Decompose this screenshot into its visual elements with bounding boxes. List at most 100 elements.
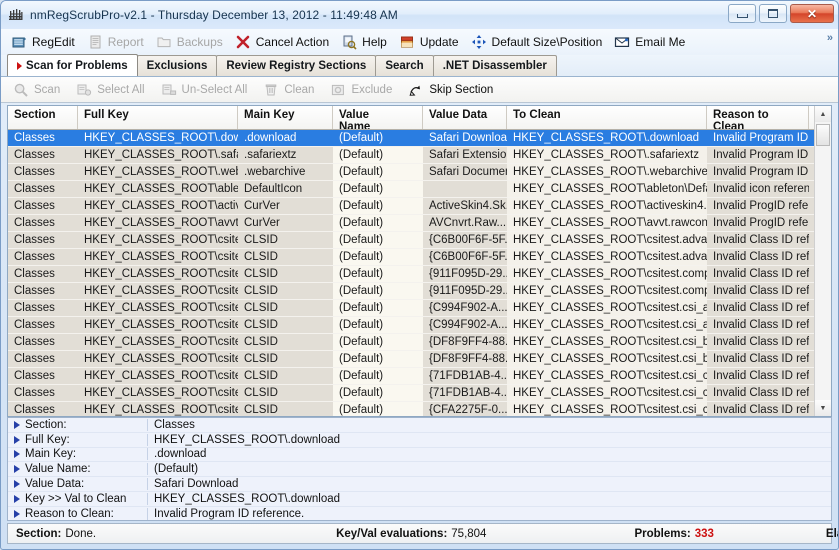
table-cell: CLSID — [238, 317, 333, 333]
action-select-all[interactable]: Select All — [72, 80, 156, 100]
table-cell — [423, 181, 507, 197]
close-button[interactable]: ✕ — [790, 4, 834, 23]
detail-value: Safari Download — [147, 478, 831, 490]
table-row[interactable]: ClassesHKEY_CLASSES_ROOT\csites...CLSID(… — [8, 283, 831, 300]
toolbar-item-cancel-action[interactable]: Cancel Action — [231, 32, 337, 52]
grid-column-header[interactable]: Value Name — [333, 106, 423, 129]
table-cell: HKEY_CLASSES_ROOT\avvt.... — [78, 215, 238, 231]
detail-row: Reason to Clean:Invalid Program ID refer… — [8, 507, 831, 521]
toolbar-item-default-size-position[interactable]: Default Size\Position — [467, 32, 611, 52]
scroll-up-button[interactable]: ▲ — [815, 106, 831, 122]
toolbar-item-report[interactable]: Report — [83, 32, 152, 52]
table-cell: HKEY_CLASSES_ROOT\csitest.compo... — [507, 266, 707, 282]
table-cell: .safariextz — [238, 147, 333, 163]
table-cell: HKEY_CLASSES_ROOT\.dow... — [78, 130, 238, 146]
action-label: Select All — [97, 84, 144, 96]
table-row[interactable]: ClassesHKEY_CLASSES_ROOT\csites...CLSID(… — [8, 232, 831, 249]
window-title: nmRegScrubPro-v2.1 - Thursday December 1… — [30, 8, 398, 22]
table-row[interactable]: ClassesHKEY_CLASSES_ROOT\.dow....downloa… — [8, 130, 831, 147]
toolbar-item-regedit[interactable]: RegEdit — [7, 32, 83, 52]
toolbar-label: Report — [108, 35, 144, 49]
table-cell: {C6B00F6F-5F... — [423, 249, 507, 265]
table-cell: (Default) — [333, 130, 423, 146]
table-cell: Safari Document — [423, 164, 507, 180]
grid-column-header[interactable]: Main Key — [238, 106, 333, 129]
tab-exclusions[interactable]: Exclusions — [137, 55, 218, 76]
table-cell: CLSID — [238, 249, 333, 265]
action-clean[interactable]: Clean — [259, 80, 326, 100]
tab-scan-for-problems[interactable]: Scan for Problems — [7, 54, 138, 76]
exclude-icon — [330, 82, 346, 98]
toolbar-item-email-me[interactable]: Email Me — [610, 32, 693, 52]
table-cell: (Default) — [333, 147, 423, 163]
table-cell: HKEY_CLASSES_ROOT\csitest.csi_bro... — [507, 334, 707, 350]
table-cell: Safari Extension — [423, 147, 507, 163]
table-row[interactable]: ClassesHKEY_CLASSES_ROOT\csites...CLSID(… — [8, 351, 831, 368]
table-cell: HKEY_CLASSES_ROOT\csites... — [78, 283, 238, 299]
table-cell: Invalid ProgID refe. — [707, 198, 809, 214]
tab-label: Search — [385, 60, 423, 72]
table-cell: .webarchive — [238, 164, 333, 180]
grid-column-header[interactable]: Value Data — [423, 106, 507, 129]
table-row[interactable]: ClassesHKEY_CLASSES_ROOT\.web....webarch… — [8, 164, 831, 181]
scrollbar-track[interactable] — [815, 122, 831, 400]
table-row[interactable]: ClassesHKEY_CLASSES_ROOT\csites...CLSID(… — [8, 385, 831, 402]
grid-column-header[interactable]: Full Key — [78, 106, 238, 129]
status-problems: Problems: 333 — [634, 528, 713, 540]
tab-net-disassembler[interactable]: .NET Disassembler — [433, 55, 557, 76]
table-cell: HKEY_CLASSES_ROOT\ableton\Defau... — [507, 181, 707, 197]
scroll-down-button[interactable]: ▼ — [815, 400, 831, 416]
toolbar-item-update[interactable]: Update — [395, 32, 467, 52]
grid-vertical-scrollbar[interactable]: ▲ ▼ — [814, 106, 831, 416]
table-cell: Invalid Program ID — [707, 147, 809, 163]
grid-column-header[interactable]: To Clean — [507, 106, 707, 129]
grid-column-header[interactable]: Section — [8, 106, 78, 129]
table-row[interactable]: ClassesHKEY_CLASSES_ROOT\csites...CLSID(… — [8, 266, 831, 283]
minimize-button[interactable] — [728, 4, 756, 23]
action-skip-section[interactable]: Skip Section — [404, 80, 505, 100]
tab-review-registry-sections[interactable]: Review Registry Sections — [216, 55, 376, 76]
table-row[interactable]: ClassesHKEY_CLASSES_ROOT\csites...CLSID(… — [8, 368, 831, 385]
table-row[interactable]: ClassesHKEY_CLASSES_ROOT\csites...CLSID(… — [8, 317, 831, 334]
scrollbar-thumb[interactable] — [816, 124, 830, 146]
table-cell: Invalid ProgID refe. — [707, 215, 809, 231]
grid-column-header[interactable]: Reason to Clean — [707, 106, 809, 129]
table-cell: (Default) — [333, 334, 423, 350]
table-row[interactable]: ClassesHKEY_CLASSES_ROOT\csites...CLSID(… — [8, 334, 831, 351]
maximize-button[interactable] — [759, 4, 787, 23]
table-cell: HKEY_CLASSES_ROOT\csitest.csi_ad... — [507, 300, 707, 316]
table-cell: HKEY_CLASSES_ROOT\csites... — [78, 368, 238, 384]
table-cell: (Default) — [333, 164, 423, 180]
tab-search[interactable]: Search — [375, 55, 433, 76]
table-cell: (Default) — [333, 181, 423, 197]
detail-label: Section: — [25, 419, 147, 431]
tab-label: Exclusions — [147, 60, 208, 72]
table-row[interactable]: ClassesHKEY_CLASSES_ROOT\active...CurVer… — [8, 198, 831, 215]
action-scan[interactable]: Scan — [9, 80, 72, 100]
skip-section-icon — [408, 82, 424, 98]
action-un-select-all[interactable]: Un-Select All — [157, 80, 260, 100]
table-row[interactable]: ClassesHKEY_CLASSES_ROOT\ablet...Default… — [8, 181, 831, 198]
table-cell: HKEY_CLASSES_ROOT\csitest.compo... — [507, 283, 707, 299]
table-cell: Invalid icon referen — [707, 181, 809, 197]
status-evaluations-label: Key/Val evaluations: — [336, 528, 447, 540]
toolbar-overflow-chevron-icon[interactable]: » — [827, 32, 833, 44]
table-cell: ActiveSkin4.Sk... — [423, 198, 507, 214]
toolbar-item-backups[interactable]: Backups — [152, 32, 231, 52]
action-exclude[interactable]: Exclude — [326, 80, 404, 100]
trash-icon — [263, 82, 279, 98]
table-row[interactable]: ClassesHKEY_CLASSES_ROOT\.safar....safar… — [8, 147, 831, 164]
detail-row: Main Key:.download — [8, 448, 831, 463]
toolbar-item-help[interactable]: Help — [337, 32, 395, 52]
table-cell: Classes — [8, 402, 78, 416]
table-row[interactable]: ClassesHKEY_CLASSES_ROOT\avvt....CurVer(… — [8, 215, 831, 232]
table-cell: Invalid Class ID ref. — [707, 232, 809, 248]
toolbar-label: RegEdit — [32, 35, 75, 49]
table-cell: CLSID — [238, 402, 333, 416]
status-evaluations: Key/Val evaluations: 75,804 — [336, 528, 486, 540]
table-row[interactable]: ClassesHKEY_CLASSES_ROOT\csites...CLSID(… — [8, 300, 831, 317]
table-row[interactable]: ClassesHKEY_CLASSES_ROOT\csites...CLSID(… — [8, 402, 831, 416]
tab-bar: Scan for Problems Exclusions Review Regi… — [1, 55, 838, 77]
table-row[interactable]: ClassesHKEY_CLASSES_ROOT\csites...CLSID(… — [8, 249, 831, 266]
grid-header-row: SectionFull KeyMain KeyValue NameValue D… — [8, 106, 831, 130]
